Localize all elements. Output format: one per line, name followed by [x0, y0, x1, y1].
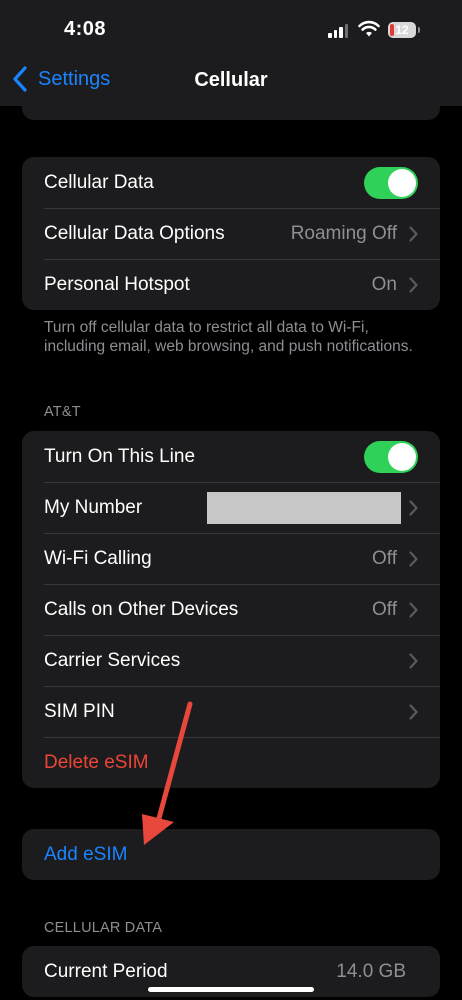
chevron-right-icon	[409, 225, 418, 242]
wifi-icon	[358, 20, 380, 37]
current-period-value: 14.0 GB	[336, 960, 406, 982]
cellular-data-options-label: Cellular Data Options	[44, 222, 225, 244]
personal-hotspot-label: Personal Hotspot	[44, 273, 190, 295]
my-number-label: My Number	[44, 496, 143, 518]
calls-on-other-devices-value: Off	[372, 598, 397, 620]
chevron-right-icon	[409, 276, 418, 293]
wifi-calling-row[interactable]: Wi-Fi Calling Off	[22, 533, 440, 584]
cellular-data-footer-note: Turn off cellular data to restrict all d…	[44, 319, 413, 355]
cellular-data-options-value: Roaming Off	[290, 222, 397, 244]
status-time: 4:08	[64, 18, 107, 40]
carrier-services-row[interactable]: Carrier Services	[22, 635, 440, 686]
battery-icon: 12	[388, 22, 416, 38]
redacted-number-block	[207, 491, 401, 524]
home-indicator	[148, 987, 314, 992]
wifi-calling-value: Off	[372, 547, 397, 569]
add-esim-row[interactable]: Add eSIM	[22, 829, 440, 880]
cellular-data-section-header: CELLULAR DATA	[44, 920, 163, 936]
delete-esim-row[interactable]: Delete eSIM	[22, 737, 440, 788]
chevron-right-icon	[409, 703, 418, 720]
add-esim-button[interactable]: Add eSIM	[44, 844, 418, 866]
att-section-header: AT&T	[44, 404, 81, 420]
sim-pin-label: SIM PIN	[44, 700, 115, 722]
add-esim-group: Add eSIM	[22, 829, 440, 880]
navigation-bar: Settings Cellular	[0, 56, 462, 106]
sim-pin-row[interactable]: SIM PIN	[22, 686, 440, 737]
status-bar: 4:08 12	[0, 0, 462, 56]
turn-on-line-row: Turn On This Line	[22, 431, 440, 482]
toggle-knob	[388, 442, 416, 471]
current-period-label: Current Period	[44, 960, 168, 982]
cellular-signal-icon	[328, 24, 348, 38]
wifi-calling-label: Wi-Fi Calling	[44, 547, 152, 569]
carrier-services-label: Carrier Services	[44, 649, 181, 671]
toggle-knob	[388, 168, 416, 197]
delete-esim-button[interactable]: Delete eSIM	[44, 752, 418, 774]
previous-group-edge	[22, 106, 440, 120]
cellular-data-options-row[interactable]: Cellular Data Options Roaming Off	[22, 208, 440, 259]
calls-on-other-devices-row[interactable]: Calls on Other Devices Off	[22, 584, 440, 635]
cellular-settings-group: Cellular Data Cellular Data Options Roam…	[22, 157, 440, 310]
chevron-right-icon	[409, 499, 418, 516]
turn-on-line-label: Turn On This Line	[44, 445, 196, 467]
page-title: Cellular	[194, 69, 268, 91]
cellular-data-row: Cellular Data	[22, 157, 440, 208]
battery-level: 12	[395, 23, 409, 37]
cellular-data-toggle[interactable]	[364, 166, 418, 199]
att-line-group: Turn On This Line My Number Wi-Fi Callin…	[22, 431, 440, 788]
cellular-data-label: Cellular Data	[44, 171, 154, 193]
chevron-right-icon	[409, 652, 418, 669]
chevron-right-icon	[409, 550, 418, 567]
personal-hotspot-row[interactable]: Personal Hotspot On	[22, 259, 440, 310]
personal-hotspot-value: On	[371, 273, 397, 295]
my-number-row[interactable]: My Number	[22, 482, 440, 533]
turn-on-line-toggle[interactable]	[364, 440, 418, 473]
calls-on-other-devices-label: Calls on Other Devices	[44, 598, 239, 620]
chevron-right-icon	[409, 601, 418, 618]
battery-nub	[418, 27, 420, 33]
